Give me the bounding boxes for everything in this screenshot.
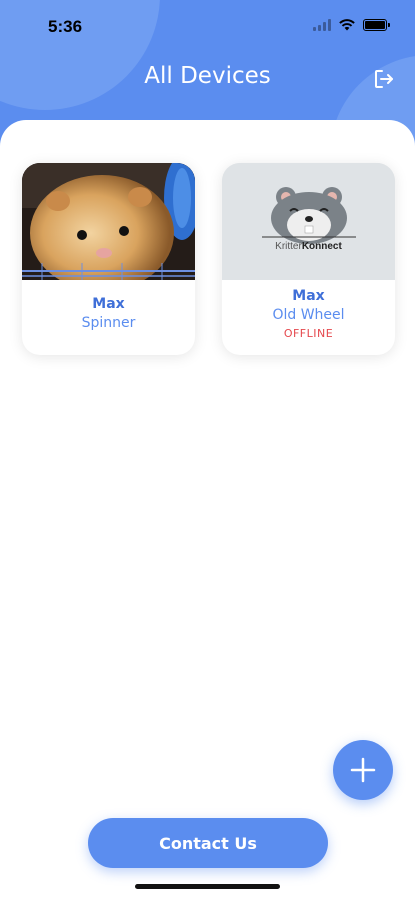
logout-button[interactable] [371, 66, 397, 92]
home-indicator [135, 884, 280, 889]
hamster-logo-icon [222, 163, 395, 280]
add-device-button[interactable] [333, 740, 393, 800]
wifi-icon [339, 19, 355, 31]
plus-icon [350, 757, 376, 783]
status-icons [313, 19, 390, 31]
page-title: All Devices [144, 63, 271, 89]
offline-status-badge: OFFLINE [283, 327, 334, 340]
device-owner-name: Max [292, 288, 325, 304]
status-time: 5:36 [48, 17, 83, 36]
contact-us-button[interactable]: Contact Us [88, 818, 328, 868]
placeholder-logo-text: KritterKonnect [275, 241, 342, 252]
device-card[interactable]: Max Spinner [22, 163, 195, 355]
device-name: Old Wheel [272, 307, 345, 323]
device-owner-name: Max [92, 296, 125, 312]
device-placeholder-image: KritterKonnect [222, 163, 395, 280]
device-name: Spinner [81, 315, 136, 331]
device-photo [22, 163, 195, 280]
signal-icon [313, 19, 331, 31]
status-bar: 5:36 [0, 0, 415, 56]
battery-icon [363, 19, 390, 31]
logout-icon [375, 70, 393, 88]
device-card[interactable]: KritterKonnect Max Old Wheel OFFLINE [222, 163, 395, 355]
